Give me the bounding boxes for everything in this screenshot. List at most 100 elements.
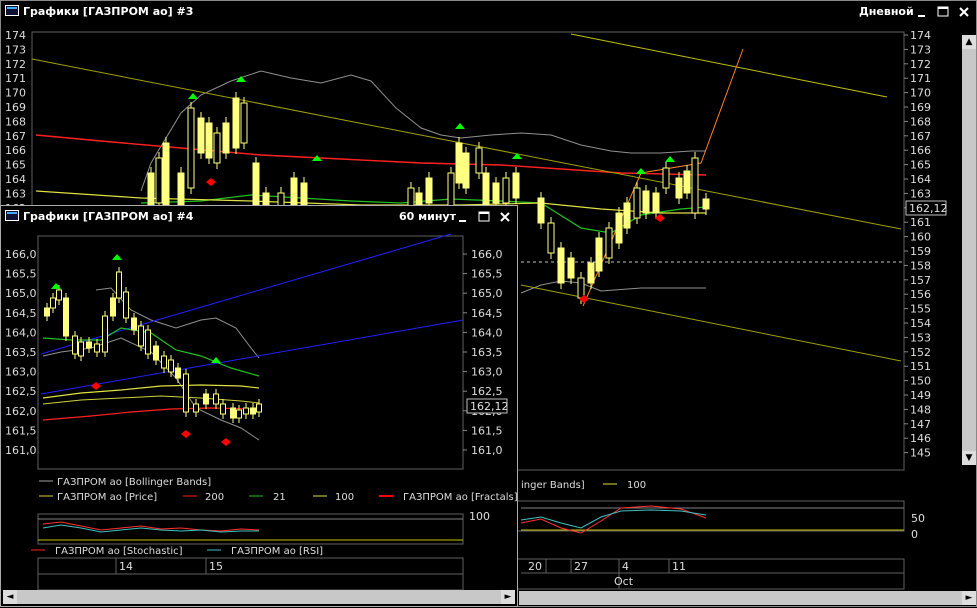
daily-y-tick-right: 150: [910, 375, 931, 388]
maximize-icon[interactable]: [476, 209, 492, 225]
fractal-down-icon: [91, 382, 101, 390]
daily-y-tick-left: 174: [5, 29, 26, 42]
hourly-candle: [168, 359, 174, 373]
hourly-candle: [153, 345, 159, 361]
daily-y-tick-right: 168: [910, 115, 931, 128]
fractal-up-icon: [512, 153, 522, 159]
daily-y-tick-right: 153: [910, 331, 931, 344]
legend-ma21: 21: [273, 492, 286, 503]
daily-x-label: 11: [672, 560, 686, 573]
daily-osc-tick-50: 50: [911, 512, 925, 525]
chart-app-icon: [5, 210, 19, 221]
window-3-timeframe[interactable]: Дневной: [859, 5, 914, 18]
chart-window-4[interactable]: Графики [ГАЗПРОМ ао] #4 60 минут 166,0 16…: [0, 205, 518, 607]
daily-y-tick-right: 172: [910, 58, 931, 71]
daily-y-tick-right: 156: [910, 288, 931, 301]
daily-candle: [240, 102, 248, 144]
hourly-y-tick-left: 162,0: [5, 405, 37, 418]
hourly-candle: [116, 271, 122, 299]
hourly-stochastic-line: [42, 521, 260, 532]
hourly-candle: [220, 403, 226, 415]
daily-candle: [702, 198, 710, 210]
window-3-title: Графики [ГАЗПРОМ ао] #3: [23, 5, 194, 18]
daily-price-label: 162,12: [909, 202, 948, 215]
daily-y-tick-right: 166: [910, 144, 931, 157]
daily-y-tick-right: 151: [910, 360, 931, 373]
hourly-chart[interactable]: 166,0 166,0 165,5 165,5 165,0 165,0 164,5 164,5…: [1, 228, 517, 606]
daily-y-tick-left: 170: [5, 87, 26, 100]
hourly-x-label: 15: [209, 560, 223, 573]
hourly-y-tick-left: 161,0: [5, 444, 37, 457]
hourly-candle: [243, 407, 249, 415]
daily-candle: [425, 177, 433, 204]
daily-candle: [187, 107, 195, 189]
minimize-icon[interactable]: [914, 4, 930, 20]
window-4-timeframe[interactable]: 60 минут: [399, 210, 456, 223]
hourly-y-tick-right: 163,0: [471, 366, 503, 379]
daily-y-tick-right: 155: [910, 303, 931, 316]
close-icon[interactable]: [956, 4, 972, 20]
daily-candle: [213, 132, 221, 164]
daily-y-tick-right: 145: [910, 447, 931, 460]
daily-candle: [492, 182, 500, 204]
daily-y-tick-right: 170: [910, 87, 931, 100]
hourly-y-tick-left: 161,5: [5, 424, 37, 437]
close-icon[interactable]: [497, 209, 513, 225]
hourly-candle: [123, 291, 129, 319]
daily-candle: [633, 187, 641, 219]
daily-y-tick-right: 167: [910, 130, 931, 143]
daily-candle: [595, 237, 603, 272]
hourly-candle: [236, 409, 242, 419]
scroll-left-icon[interactable]: ◄: [3, 590, 17, 604]
hourly-rsi-line: [42, 524, 259, 533]
daily-candle: [512, 172, 520, 199]
daily-candle: [155, 157, 163, 204]
hourly-candle: [63, 297, 69, 337]
daily-candle: [462, 152, 470, 189]
daily-y-tick-left: 165: [5, 159, 26, 172]
daily-y-tick-left: 169: [5, 101, 26, 114]
scroll-up-icon[interactable]: ▲: [962, 35, 976, 49]
daily-y-tick-left: 166: [5, 144, 26, 157]
hourly-candle: [250, 407, 256, 415]
window-3-vertical-scrollbar[interactable]: ▲ ▼: [962, 35, 976, 465]
daily-y-tick-left: 167: [5, 130, 26, 143]
daily-y-tick-right: 163: [910, 187, 931, 200]
maximize-icon[interactable]: [935, 4, 951, 20]
daily-y-tick-left: 163: [5, 187, 26, 200]
daily-candle: [615, 212, 623, 244]
daily-candle: [683, 170, 691, 194]
hourly-y-tick-right: 162,5: [471, 385, 503, 398]
hourly-y-tick-right: 166,0: [471, 248, 503, 261]
daily-ma200: [35, 134, 707, 176]
minimize-icon[interactable]: [455, 209, 471, 225]
hourly-osc-tick-100: 100: [469, 510, 490, 523]
scroll-down-icon[interactable]: ▼: [962, 451, 976, 465]
scroll-right-icon[interactable]: ►: [962, 591, 976, 605]
daily-candle: [537, 197, 545, 224]
daily-bollinger-lower: [520, 280, 706, 294]
window-4-titlebar[interactable]: Графики [ГАЗПРОМ ао] #4 60 минут: [1, 206, 517, 228]
window-3-titlebar[interactable]: Графики [ГАЗПРОМ ао] #3 Дневной: [1, 1, 976, 23]
daily-candle: [567, 257, 575, 279]
window-4-horizontal-scrollbar[interactable]: ◄ ►: [3, 590, 515, 604]
hourly-y-tick-right: 161,5: [471, 424, 503, 437]
daily-y-tick-right: 159: [910, 245, 931, 258]
scroll-right-icon[interactable]: ►: [501, 590, 515, 604]
fractal-down-icon: [206, 178, 216, 186]
hourly-y-tick-left: 163,5: [5, 346, 37, 359]
fractal-up-icon: [455, 123, 465, 129]
legend-fractals: ГАЗПРОМ ао [Fractals]: [403, 492, 517, 503]
daily-candle: [652, 192, 660, 214]
legend-price: ГАЗПРОМ ао [Price]: [57, 492, 157, 503]
daily-y-tick-left: 164: [5, 173, 26, 186]
daily-y-tick-right: 165: [910, 159, 931, 172]
window-3-horizontal-scrollbar[interactable]: ►: [519, 591, 976, 605]
daily-y-tick-right: 161: [910, 216, 931, 229]
daily-y-tick-right: 147: [910, 418, 931, 431]
daily-y-tick-right: 169: [910, 101, 931, 114]
hourly-candle: [78, 341, 84, 357]
fractal-down-icon: [221, 438, 231, 446]
hourly-candle: [175, 367, 181, 379]
legend-stochastic: ГАЗПРОМ ао [Stochastic]: [55, 546, 183, 557]
